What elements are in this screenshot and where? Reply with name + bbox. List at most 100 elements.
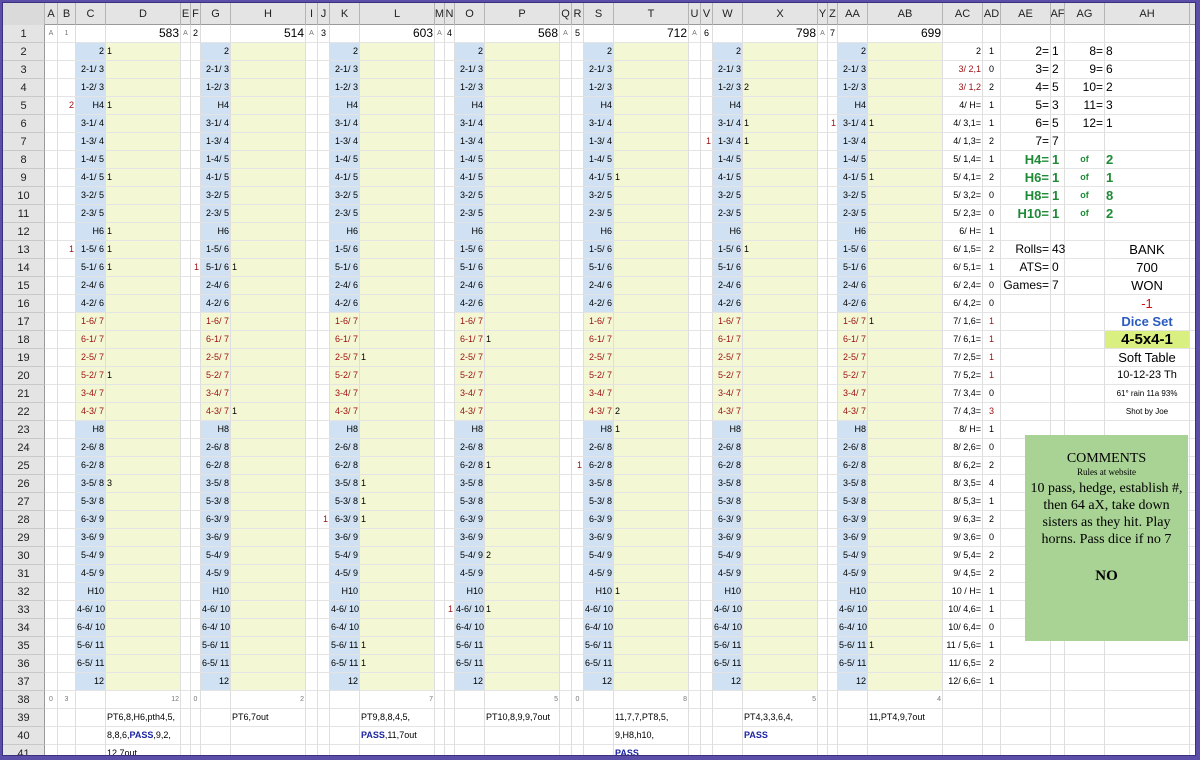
cell-o37[interactable]: 12 bbox=[455, 673, 485, 691]
cell-d36[interactable] bbox=[106, 655, 181, 673]
cell-n32[interactable] bbox=[445, 583, 455, 601]
cell-r7[interactable] bbox=[572, 133, 584, 151]
cell-x8[interactable] bbox=[743, 151, 818, 169]
cell-ag37[interactable] bbox=[1065, 673, 1105, 691]
cell-af22[interactable] bbox=[1051, 403, 1065, 421]
cell-f19[interactable] bbox=[191, 349, 201, 367]
cell-d19[interactable] bbox=[106, 349, 181, 367]
cell-m7[interactable] bbox=[435, 133, 445, 151]
cell-ag15[interactable] bbox=[1065, 277, 1105, 295]
cell-i33[interactable] bbox=[306, 601, 318, 619]
cell-ai26[interactable] bbox=[1190, 475, 1195, 493]
cell-a41[interactable] bbox=[45, 745, 58, 755]
cell-c22[interactable]: 4-3/ 7 bbox=[76, 403, 106, 421]
column-header-u[interactable]: U bbox=[689, 3, 701, 25]
cell-m10[interactable] bbox=[435, 187, 445, 205]
cell-z14[interactable] bbox=[828, 259, 838, 277]
cell-b2[interactable] bbox=[58, 43, 76, 61]
cell-g35[interactable]: 5-6/ 11 bbox=[201, 637, 231, 655]
cell-r5[interactable] bbox=[572, 97, 584, 115]
cell-ai29[interactable] bbox=[1190, 529, 1195, 547]
cell-b19[interactable] bbox=[58, 349, 76, 367]
cell-o4[interactable]: 1-2/ 3 bbox=[455, 79, 485, 97]
cell-ad31[interactable]: 2 bbox=[983, 565, 1001, 583]
cell-c26[interactable]: 3-5/ 8 bbox=[76, 475, 106, 493]
cell-ad17[interactable]: 1 bbox=[983, 313, 1001, 331]
cell-k38[interactable] bbox=[330, 691, 360, 709]
cell-q10[interactable] bbox=[560, 187, 572, 205]
cell-d29[interactable] bbox=[106, 529, 181, 547]
cell-t34[interactable] bbox=[614, 619, 689, 637]
cell-y11[interactable] bbox=[818, 205, 828, 223]
cell-q20[interactable] bbox=[560, 367, 572, 385]
cell-u19[interactable] bbox=[689, 349, 701, 367]
cell-g2[interactable]: 2 bbox=[201, 43, 231, 61]
cell-aa5[interactable]: H4 bbox=[838, 97, 868, 115]
cell-ad26[interactable]: 4 bbox=[983, 475, 1001, 493]
cell-t41[interactable]: PASS bbox=[614, 745, 689, 755]
cell-ad3[interactable]: 0 bbox=[983, 61, 1001, 79]
cell-ad11[interactable]: 0 bbox=[983, 205, 1001, 223]
cell-k14[interactable]: 5-1/ 6 bbox=[330, 259, 360, 277]
cell-x17[interactable] bbox=[743, 313, 818, 331]
cell-k23[interactable]: H8 bbox=[330, 421, 360, 439]
cell-o23[interactable]: H8 bbox=[455, 421, 485, 439]
cell-e30[interactable] bbox=[181, 547, 191, 565]
cell-h6[interactable] bbox=[231, 115, 306, 133]
cell-v27[interactable] bbox=[701, 493, 713, 511]
cell-y32[interactable] bbox=[818, 583, 828, 601]
cell-o27[interactable]: 5-3/ 8 bbox=[455, 493, 485, 511]
cell-y27[interactable] bbox=[818, 493, 828, 511]
cell-c4[interactable]: 1-2/ 3 bbox=[76, 79, 106, 97]
cell-t20[interactable] bbox=[614, 367, 689, 385]
cell-t4[interactable] bbox=[614, 79, 689, 97]
cell-ad4[interactable]: 2 bbox=[983, 79, 1001, 97]
cell-k10[interactable]: 3-2/ 5 bbox=[330, 187, 360, 205]
cell-aa23[interactable]: H8 bbox=[838, 421, 868, 439]
cell-p25[interactable]: 1 bbox=[485, 457, 560, 475]
cell-o38[interactable] bbox=[455, 691, 485, 709]
cell-p32[interactable] bbox=[485, 583, 560, 601]
cell-l37[interactable] bbox=[360, 673, 435, 691]
cell-l29[interactable] bbox=[360, 529, 435, 547]
cell-z10[interactable] bbox=[828, 187, 838, 205]
cell-s23[interactable]: H8 bbox=[584, 421, 614, 439]
cell-j21[interactable] bbox=[318, 385, 330, 403]
cell-i26[interactable] bbox=[306, 475, 318, 493]
cell-b29[interactable] bbox=[58, 529, 76, 547]
column-header-ac[interactable]: AC bbox=[943, 3, 983, 25]
cell-p30[interactable]: 2 bbox=[485, 547, 560, 565]
column-header-ai[interactable]: AI bbox=[1190, 3, 1195, 25]
cell-t22[interactable]: 2 bbox=[614, 403, 689, 421]
cell-d13[interactable]: 1 bbox=[106, 241, 181, 259]
cell-l41[interactable] bbox=[360, 745, 435, 755]
cell-q24[interactable] bbox=[560, 439, 572, 457]
cell-ag3[interactable]: 9= bbox=[1065, 61, 1105, 79]
cell-ag14[interactable] bbox=[1065, 259, 1105, 277]
cell-ag5[interactable]: 11= bbox=[1065, 97, 1105, 115]
row-header-21[interactable]: 21 bbox=[3, 385, 45, 403]
cell-i20[interactable] bbox=[306, 367, 318, 385]
cell-e18[interactable] bbox=[181, 331, 191, 349]
cell-q22[interactable] bbox=[560, 403, 572, 421]
cell-u24[interactable] bbox=[689, 439, 701, 457]
cell-j22[interactable] bbox=[318, 403, 330, 421]
cell-j20[interactable] bbox=[318, 367, 330, 385]
cell-n27[interactable] bbox=[445, 493, 455, 511]
cell-b3[interactable] bbox=[58, 61, 76, 79]
cell-j11[interactable] bbox=[318, 205, 330, 223]
cell-r32[interactable] bbox=[572, 583, 584, 601]
cell-ah15[interactable]: WON bbox=[1105, 277, 1190, 295]
cell-c21[interactable]: 3-4/ 7 bbox=[76, 385, 106, 403]
cell-s37[interactable]: 12 bbox=[584, 673, 614, 691]
cell-j17[interactable] bbox=[318, 313, 330, 331]
cell-h26[interactable] bbox=[231, 475, 306, 493]
cell-n39[interactable] bbox=[445, 709, 455, 727]
cell-ae21[interactable] bbox=[1001, 385, 1051, 403]
cell-ai17[interactable] bbox=[1190, 313, 1195, 331]
cell-h12[interactable] bbox=[231, 223, 306, 241]
cell-e34[interactable] bbox=[181, 619, 191, 637]
cell-aa10[interactable]: 3-2/ 5 bbox=[838, 187, 868, 205]
cell-q3[interactable] bbox=[560, 61, 572, 79]
cell-af40[interactable] bbox=[1051, 727, 1065, 745]
